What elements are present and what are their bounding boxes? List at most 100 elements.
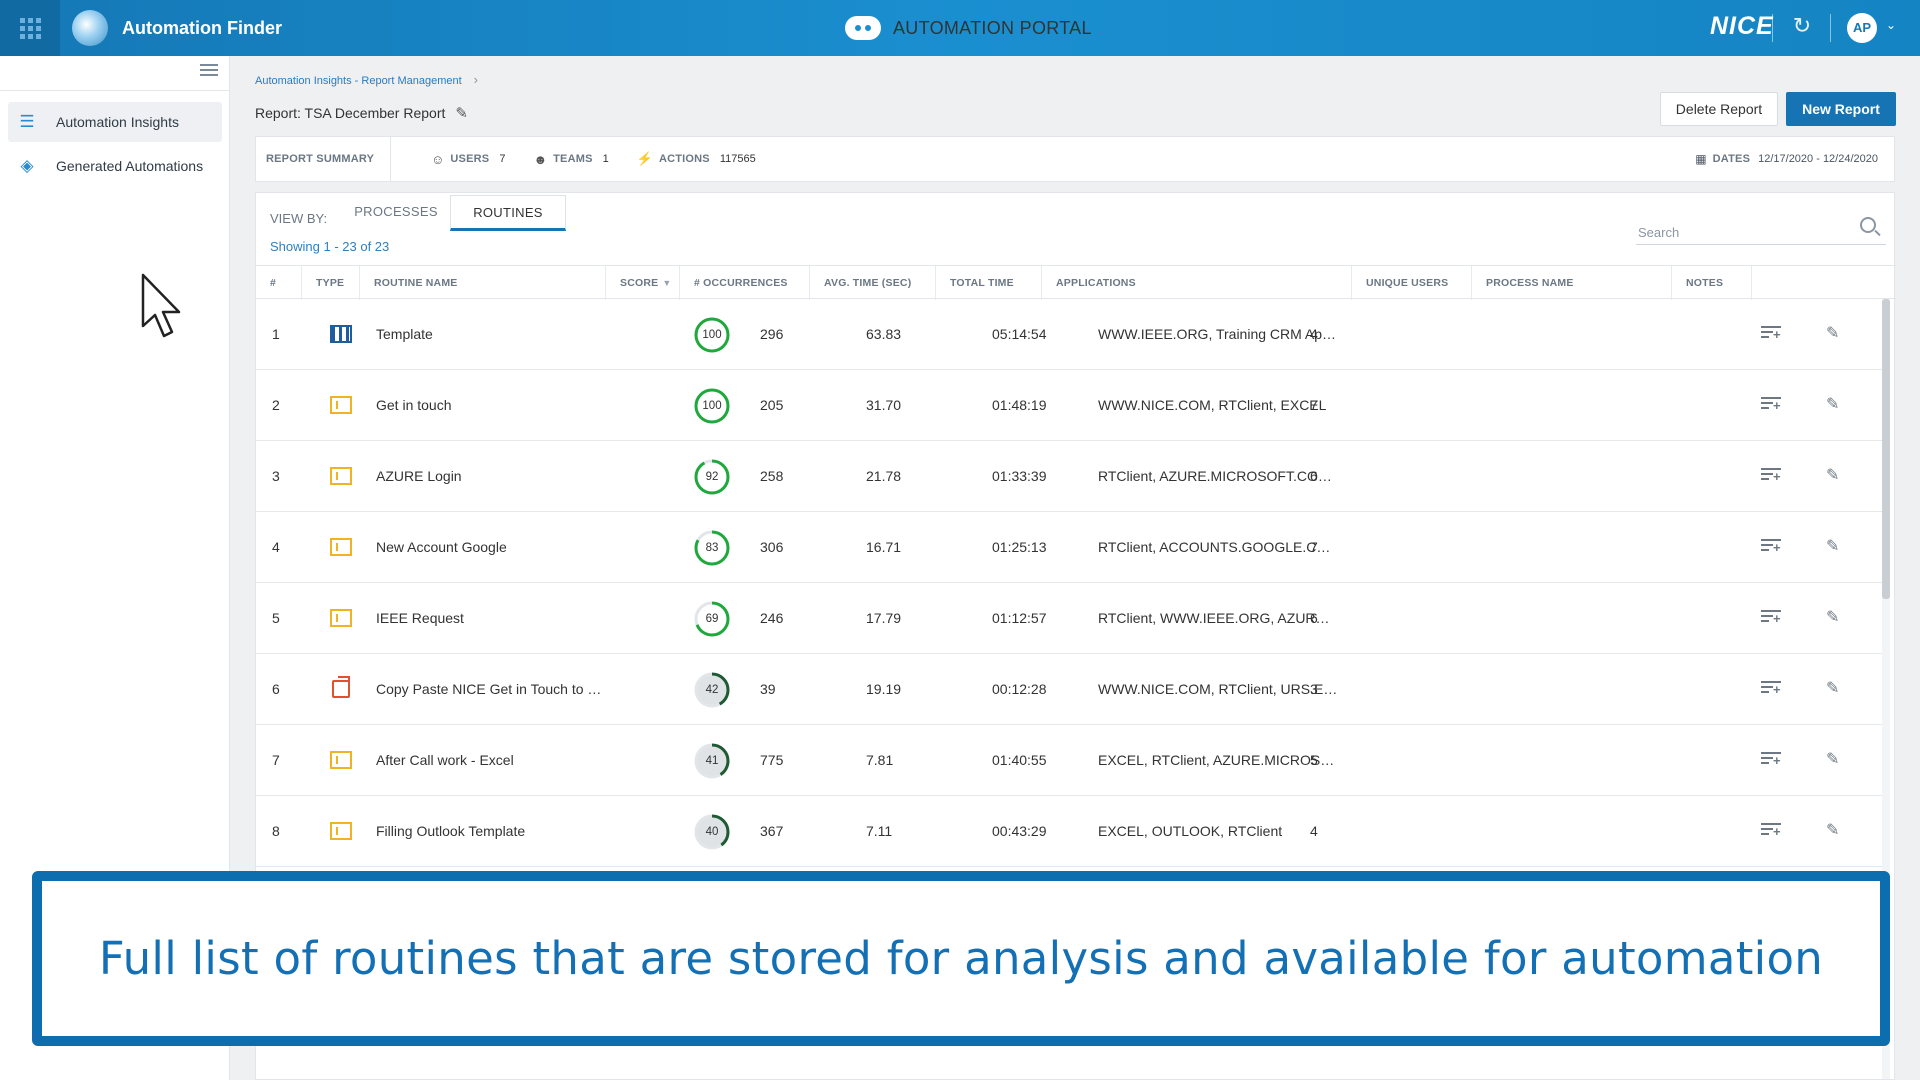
add-note-icon[interactable]	[1761, 397, 1781, 413]
sidebar-item-generated-automations[interactable]: ◈ Generated Automations	[8, 146, 222, 186]
add-note-icon[interactable]	[1761, 326, 1781, 342]
sliders-icon: ☰	[19, 112, 35, 131]
unique-users-value: 7	[1310, 539, 1318, 555]
column-header-avg-time[interactable]: AVG. TIME (SEC)	[810, 266, 936, 300]
routine-name[interactable]: New Account Google	[376, 512, 606, 582]
search-icon[interactable]	[1860, 217, 1876, 233]
total-time-value: 01:12:57	[992, 610, 1047, 626]
edit-icon[interactable]: ✎	[1826, 392, 1839, 418]
table-row[interactable]: 1 Template 100 296 63.83 05:14:54 WWW.IEEE.ORG…	[256, 299, 1888, 370]
occurrences-value: 205	[760, 397, 784, 413]
routine-name[interactable]: Template	[376, 299, 606, 369]
occurrences-value: 39	[760, 681, 776, 697]
scrollbar-thumb[interactable]	[1882, 299, 1890, 599]
applications-value: WWW.IEEE.ORG, Training CRM Applicati...	[1098, 326, 1338, 342]
breadcrumb-link[interactable]: Automation Insights - Report Management	[255, 75, 462, 87]
avg-time-value: 21.78	[866, 468, 902, 484]
tab-processes[interactable]: PROCESSES	[346, 195, 446, 231]
tab-routines[interactable]: ROUTINES	[450, 195, 566, 231]
row-number: 1	[272, 326, 280, 342]
avg-time-value: 17.79	[866, 610, 902, 626]
routine-name[interactable]: Filling Outlook Template	[376, 796, 606, 866]
edit-icon[interactable]: ✎	[1826, 605, 1839, 631]
row-number: 3	[272, 468, 280, 484]
add-note-icon[interactable]	[1761, 610, 1781, 626]
table-row[interactable]: 6 Copy Paste NICE Get in Touch to EART...…	[256, 654, 1888, 725]
column-header-type[interactable]: TYPE	[302, 266, 360, 300]
score-value: 41	[705, 755, 719, 767]
applications-value: RTClient, ACCOUNTS.GOOGLE.COM, EXC...	[1098, 539, 1338, 555]
edit-icon[interactable]: ✎	[1826, 747, 1839, 773]
edit-icon[interactable]: ✎	[1826, 818, 1839, 844]
edit-icon[interactable]: ✎	[1826, 321, 1839, 347]
avg-time-value: 19.19	[866, 681, 902, 697]
edit-icon[interactable]: ✎	[1826, 534, 1839, 560]
applications-value: WWW.NICE.COM, RTClient, URS.EARTHD...	[1098, 681, 1338, 697]
score-value: 100	[702, 400, 722, 412]
app-launcher-button[interactable]	[0, 0, 60, 56]
table-row[interactable]: 4 New Account Google 83 306 16.71 01:25:13 RTC…	[256, 512, 1888, 583]
avatar[interactable]: AP	[1847, 13, 1877, 43]
users-label: USERS	[450, 153, 490, 165]
routine-name[interactable]: IEEE Request	[376, 583, 606, 653]
table-row[interactable]: 2 Get in touch 100 205 31.70 01:48:19 WWW.NICE…	[256, 370, 1888, 441]
collapse-menu-icon[interactable]	[200, 64, 218, 78]
sidebar-item-automation-insights[interactable]: ☰ Automation Insights	[8, 102, 222, 142]
add-note-icon[interactable]	[1761, 752, 1781, 768]
search-input[interactable]: Search	[1636, 213, 1886, 245]
total-time-value: 05:14:54	[992, 326, 1047, 342]
table-row[interactable]: 8 Filling Outlook Template 40 367 7.11 00:43:…	[256, 796, 1888, 867]
table-row[interactable]: 3 AZURE Login 92 258 21.78 01:33:39 RTClient, …	[256, 441, 1888, 512]
layers-icon: ◈	[20, 156, 34, 175]
edit-icon[interactable]: ✎	[1826, 676, 1839, 702]
edit-icon[interactable]: ✎	[1826, 463, 1839, 489]
routine-name[interactable]: After Call work - Excel	[376, 725, 606, 795]
mouse-cursor-icon	[141, 273, 181, 338]
table-row[interactable]: 7 After Call work - Excel 41 775 7.81 01:40:5…	[256, 725, 1888, 796]
column-header-process-name[interactable]: PROCESS NAME	[1472, 266, 1672, 300]
score-value: 83	[705, 542, 719, 554]
column-header-unique-users[interactable]: UNIQUE USERS	[1352, 266, 1472, 300]
column-header-number[interactable]: #	[256, 266, 302, 300]
delete-report-button[interactable]: Delete Report	[1660, 92, 1778, 126]
add-note-icon[interactable]	[1761, 468, 1781, 484]
add-note-icon[interactable]	[1761, 539, 1781, 555]
column-header-routine-name[interactable]: ROUTINE NAME	[360, 266, 606, 300]
column-header-notes[interactable]: NOTES	[1672, 266, 1752, 300]
routine-name[interactable]: Get in touch	[376, 370, 606, 440]
column-header-total-time[interactable]: TOTAL TIME	[936, 266, 1042, 300]
column-header-applications[interactable]: APPLICATIONS	[1042, 266, 1352, 300]
occurrences-value: 296	[760, 326, 784, 342]
row-number: 7	[272, 752, 280, 768]
row-number: 8	[272, 823, 280, 839]
table-header: # TYPE ROUTINE NAME SCORE ▼ # OCCURRENCES…	[256, 265, 1896, 300]
summary-dates: ▦ DATES 12/17/2020 - 12/24/2020	[1695, 152, 1878, 166]
row-number: 5	[272, 610, 280, 626]
add-note-icon[interactable]	[1761, 823, 1781, 839]
edit-title-icon[interactable]: ✎	[455, 104, 468, 122]
routine-name[interactable]: AZURE Login	[376, 441, 606, 511]
divider	[390, 136, 392, 182]
occurrences-value: 306	[760, 539, 784, 555]
actions-label: ACTIONS	[658, 153, 710, 165]
row-number: 2	[272, 397, 280, 413]
score-ring: 40	[692, 812, 732, 852]
new-report-button[interactable]: New Report	[1786, 92, 1896, 126]
process-name-value	[1488, 583, 1668, 653]
chevron-down-icon[interactable]: ⌄	[1886, 18, 1896, 32]
table-row[interactable]: 5 IEEE Request 69 246 17.79 01:12:57 RTClient,…	[256, 583, 1888, 654]
grid-icon	[19, 17, 41, 39]
routine-name[interactable]: Copy Paste NICE Get in Touch to EART...	[376, 654, 606, 724]
add-note-icon[interactable]	[1761, 681, 1781, 697]
column-header-occurrences[interactable]: # OCCURRENCES	[680, 266, 810, 300]
score-header-label: SCORE	[620, 277, 659, 289]
summary-actions: ⚡ ACTIONS 117565	[637, 151, 756, 167]
teams-label: TEAMS	[553, 153, 593, 165]
divider	[1772, 14, 1773, 42]
refresh-icon[interactable]: ↻	[1790, 14, 1814, 38]
breadcrumb[interactable]: Automation Insights - Report Management ›	[255, 72, 478, 87]
column-header-score[interactable]: SCORE ▼	[606, 266, 680, 300]
score-value: 69	[705, 613, 719, 625]
occurrences-value: 775	[760, 752, 784, 768]
process-name-value	[1488, 441, 1668, 511]
